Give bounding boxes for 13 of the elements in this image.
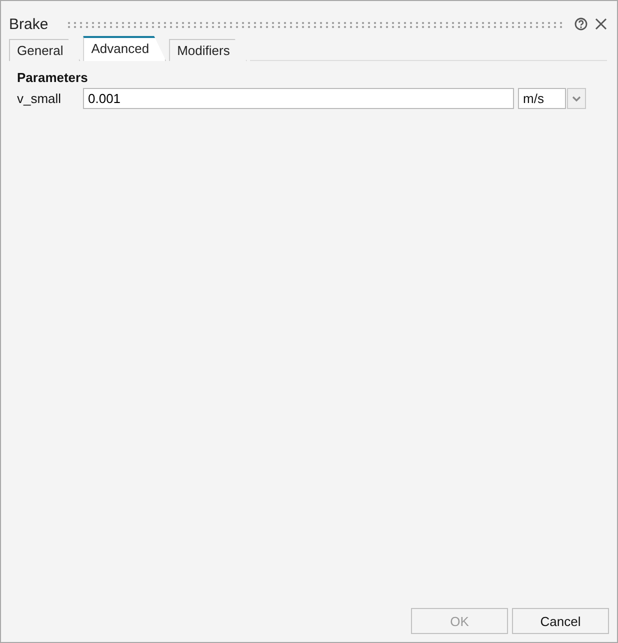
dropdown-button[interactable] — [567, 88, 586, 109]
window-title: Brake — [9, 16, 48, 32]
field-label: v_small — [17, 91, 62, 106]
tab[interactable]: General — [9, 39, 80, 61]
tab[interactable]: Modifiers — [169, 39, 247, 61]
section-heading: Parameters — [17, 70, 89, 85]
input-field[interactable]: 0.001 — [83, 88, 514, 109]
dialog-button[interactable]: Cancel — [512, 608, 609, 634]
caret-icon — [572, 96, 581, 102]
unit-dropdown[interactable]: m/s — [518, 88, 566, 109]
help-icon[interactable] — [574, 17, 588, 31]
close-icon[interactable] — [594, 17, 608, 31]
tab[interactable]: Advanced — [83, 36, 166, 61]
